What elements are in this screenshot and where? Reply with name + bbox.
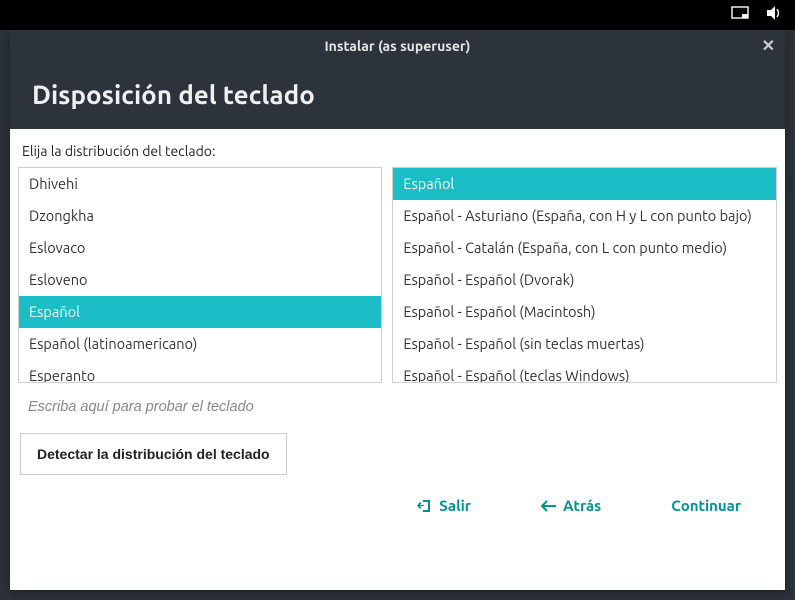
title-bar: Instalar (as superuser) ✕ xyxy=(10,30,785,62)
list-item[interactable]: Español xyxy=(393,168,776,200)
layout-lists: DhivehiDzongkhaEslovacoEslovenoEspañolEs… xyxy=(18,167,777,383)
test-keyboard-input[interactable] xyxy=(18,383,777,429)
list-item[interactable]: Español - Asturiano (España, con H y L c… xyxy=(393,200,776,232)
continue-button[interactable]: Continuar xyxy=(671,497,741,514)
exit-button[interactable]: Salir xyxy=(417,497,471,514)
installer-window: Instalar (as superuser) ✕ Disposición de… xyxy=(10,30,785,590)
system-bar xyxy=(0,0,795,30)
heading-area: Disposición del teclado xyxy=(10,62,785,129)
list-item[interactable]: Español - Español (Macintosh) xyxy=(393,296,776,328)
variant-listbox[interactable]: EspañolEspañol - Asturiano (España, con … xyxy=(392,167,777,383)
list-item[interactable]: Esloveno xyxy=(19,264,381,296)
list-item[interactable]: Dhivehi xyxy=(19,168,381,200)
back-button[interactable]: Atrás xyxy=(541,497,601,514)
list-item[interactable]: Español - Catalán (España, con L con pun… xyxy=(393,232,776,264)
detect-layout-button[interactable]: Detectar la distribución del teclado xyxy=(20,433,287,475)
instruction-label: Elija la distribución del teclado: xyxy=(22,143,773,159)
window-title: Instalar (as superuser) xyxy=(324,38,470,54)
volume-icon[interactable] xyxy=(767,6,783,24)
list-item[interactable]: Dzongkha xyxy=(19,200,381,232)
list-item[interactable]: Español - Español (Dvorak) xyxy=(393,264,776,296)
list-item[interactable]: Eslovaco xyxy=(19,232,381,264)
list-item[interactable]: Español (latinoamericano) xyxy=(19,328,381,360)
content-panel: Elija la distribución del teclado: Dhive… xyxy=(10,129,785,590)
list-item[interactable]: Español - Español (sin teclas muertas) xyxy=(393,328,776,360)
page-title: Disposición del teclado xyxy=(32,80,763,109)
close-icon[interactable]: ✕ xyxy=(762,36,775,55)
list-item[interactable]: Español xyxy=(19,296,381,328)
display-icon[interactable] xyxy=(731,6,749,24)
language-listbox[interactable]: DhivehiDzongkhaEslovacoEslovenoEspañolEs… xyxy=(18,167,382,383)
exit-icon xyxy=(417,498,433,514)
arrow-left-icon xyxy=(541,500,557,512)
list-item[interactable]: Español - Español (teclas Windows) xyxy=(393,360,776,383)
navigation-row: Salir Atrás Continuar xyxy=(18,475,777,520)
list-item[interactable]: Esperanto xyxy=(19,360,381,383)
